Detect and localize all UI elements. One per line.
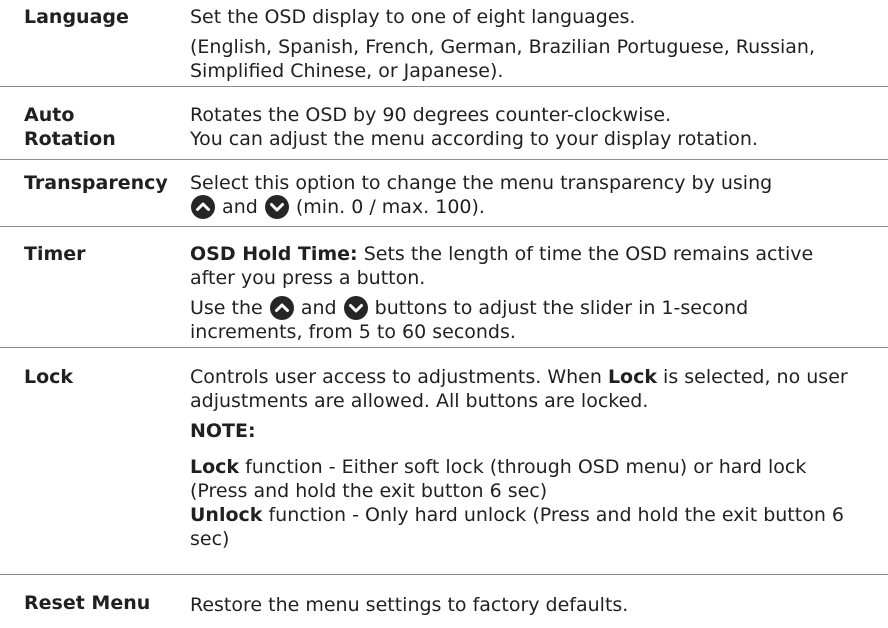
lock-keyword: Lock bbox=[607, 366, 657, 388]
row-label: Reset Menu bbox=[24, 592, 151, 614]
description-line: Controls user access to adjustments. Whe… bbox=[190, 365, 860, 413]
row-reset-menu: Reset Menu Restore the menu settings to … bbox=[0, 575, 888, 625]
chevron-up-icon bbox=[191, 195, 215, 219]
osd-menu-table: Language Set the OSD display to one of e… bbox=[0, 0, 888, 625]
unlock-function-text: function - Only hard unlock (Press and h… bbox=[190, 504, 844, 550]
description-line: OSD Hold Time: Sets the length of time t… bbox=[190, 242, 850, 290]
row-label: Transparency bbox=[24, 172, 168, 194]
row-language: Language Set the OSD display to one of e… bbox=[0, 0, 888, 87]
row-timer: Timer OSD Hold Time: Sets the length of … bbox=[0, 227, 888, 348]
row-auto-rotation: Auto Rotation Rotates the OSD by 90 degr… bbox=[0, 87, 888, 160]
row-description: Select this option to change the menu tr… bbox=[190, 160, 870, 219]
lock-intro-text: Controls user access to adjustments. Whe… bbox=[190, 366, 602, 388]
lock-function-text: function - Either soft lock (through OSD… bbox=[190, 456, 807, 502]
description-line: Lock function - Either soft lock (throug… bbox=[190, 455, 860, 503]
row-description: OSD Hold Time: Sets the length of time t… bbox=[190, 227, 870, 344]
row-description: Rotates the OSD by 90 degrees counter-cl… bbox=[190, 87, 870, 151]
description-line: Select this option to change the menu tr… bbox=[190, 171, 870, 219]
use-prefix-text: Use the bbox=[190, 297, 263, 319]
description-line: Set the OSD display to one of eight lang… bbox=[190, 6, 636, 28]
row-description: Restore the menu settings to factory def… bbox=[190, 575, 870, 617]
row-label: Lock bbox=[24, 366, 74, 388]
row-description: Controls user access to adjustments. Whe… bbox=[190, 348, 870, 551]
unlock-keyword: Unlock bbox=[190, 504, 263, 526]
and-text: and bbox=[300, 297, 337, 319]
and-text: and bbox=[222, 196, 258, 218]
row-label: Timer bbox=[24, 243, 86, 265]
description-line: Use the and buttons to adjust the slider… bbox=[190, 296, 850, 344]
note-label: NOTE: bbox=[190, 420, 256, 442]
row-transparency: Transparency Select this option to chang… bbox=[0, 160, 888, 227]
chevron-down-icon bbox=[264, 195, 289, 219]
row-description: Set the OSD display to one of eight lang… bbox=[190, 0, 870, 83]
description-line: Unlock function - Only hard unlock (Pres… bbox=[190, 503, 860, 551]
description-line: (English, Spanish, French, German, Brazi… bbox=[190, 36, 815, 82]
chevron-up-icon bbox=[269, 296, 294, 320]
chevron-down-icon bbox=[343, 296, 368, 320]
range-text: (min. 0 / max. 100). bbox=[295, 196, 485, 218]
row-label: Language bbox=[24, 6, 129, 28]
row-lock: Lock Controls user access to adjustments… bbox=[0, 348, 888, 575]
description-line: You can adjust the menu according to you… bbox=[190, 128, 758, 150]
row-label: Auto Rotation bbox=[24, 104, 116, 150]
description-line: Rotates the OSD by 90 degrees counter-cl… bbox=[190, 104, 672, 126]
transparency-text: Select this option to change the menu tr… bbox=[190, 172, 773, 194]
description-line: Restore the menu settings to factory def… bbox=[190, 594, 629, 616]
hold-time-label: OSD Hold Time: bbox=[190, 243, 358, 265]
lock-keyword: Lock bbox=[190, 456, 240, 478]
